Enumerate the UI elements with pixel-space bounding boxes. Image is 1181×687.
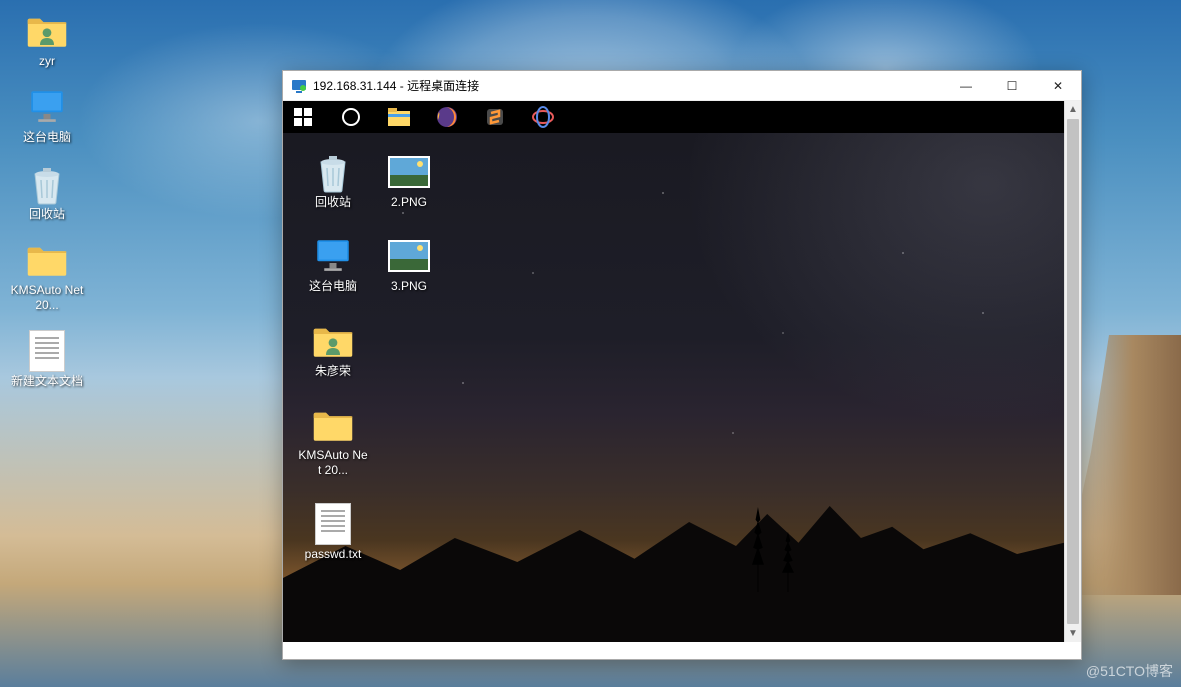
file-explorer-icon[interactable] bbox=[385, 103, 413, 131]
rdp-title: 192.168.31.144 - 远程桌面连接 bbox=[313, 77, 943, 94]
pc-icon bbox=[312, 235, 354, 277]
cortana-icon[interactable] bbox=[337, 103, 365, 131]
maximize-button[interactable]: ☐ bbox=[989, 71, 1035, 100]
remote-icon-r-recycle[interactable]: 回收站 bbox=[297, 151, 369, 209]
rdp-titlebar[interactable]: 192.168.31.144 - 远程桌面连接 — ☐ ✕ bbox=[283, 71, 1081, 101]
app-icon[interactable] bbox=[529, 103, 557, 131]
remote-icon-r-kms[interactable]: KMSAuto Net 20... bbox=[297, 404, 369, 477]
icon-label: 这台电脑 bbox=[23, 130, 71, 144]
icon-label: 2.PNG bbox=[391, 195, 427, 209]
wallpaper-trees bbox=[736, 502, 816, 592]
folder-user-icon bbox=[312, 320, 354, 362]
recycle-icon bbox=[26, 163, 68, 205]
sublime-icon[interactable] bbox=[481, 103, 509, 131]
icon-label: 这台电脑 bbox=[309, 279, 357, 293]
host-icon-recycle[interactable]: 回收站 bbox=[10, 163, 84, 221]
remote-icon-r-user[interactable]: 朱彦荣 bbox=[297, 320, 369, 378]
icon-label: 回收站 bbox=[315, 195, 351, 209]
txt-icon bbox=[312, 503, 354, 545]
firefox-icon[interactable] bbox=[433, 103, 461, 131]
windows-start-icon[interactable] bbox=[289, 103, 317, 131]
remote-desktop-icons: 回收站 2.PNG 这台电脑 3.PNG 朱彦荣 KMSAuto Net 20... pas… bbox=[297, 151, 445, 561]
scroll-up-icon[interactable]: ▲ bbox=[1065, 101, 1081, 118]
icon-label: 朱彦荣 bbox=[315, 364, 351, 378]
remote-screen[interactable]: 回收站 2.PNG 这台电脑 3.PNG 朱彦荣 KMSAuto Net 20... pas… bbox=[283, 101, 1064, 642]
folder-icon bbox=[312, 404, 354, 446]
rdp-window: 192.168.31.144 - 远程桌面连接 — ☐ ✕ 回收站 2.PNG 这台… bbox=[282, 70, 1082, 660]
remote-taskbar bbox=[283, 101, 1064, 133]
scroll-thumb[interactable] bbox=[1067, 119, 1079, 624]
icon-label: 3.PNG bbox=[391, 279, 427, 293]
rdp-app-icon bbox=[291, 78, 307, 94]
minimize-button[interactable]: — bbox=[943, 71, 989, 100]
pc-icon bbox=[26, 86, 68, 128]
close-button[interactable]: ✕ bbox=[1035, 71, 1081, 100]
folder-icon bbox=[26, 239, 68, 281]
remote-icon-r-pc[interactable]: 这台电脑 bbox=[297, 235, 369, 293]
icon-label: 新建文本文档 bbox=[11, 374, 83, 388]
remote-icon-r-passwd[interactable]: passwd.txt bbox=[297, 503, 369, 561]
remote-icon-r-3png[interactable]: 3.PNG bbox=[373, 235, 445, 293]
remote-icon-r-2png[interactable]: 2.PNG bbox=[373, 151, 445, 209]
vertical-scrollbar[interactable]: ▲ ▼ bbox=[1064, 101, 1081, 642]
img-icon bbox=[388, 151, 430, 193]
host-icon-user-folder[interactable]: zyr bbox=[10, 10, 84, 68]
host-icon-kms[interactable]: KMSAuto Net 20... bbox=[10, 239, 84, 312]
recycle-icon bbox=[312, 151, 354, 193]
host-desktop-icons: zyr 这台电脑回收站 KMSAuto Net 20... 新建文本文档 bbox=[10, 10, 84, 388]
rdp-viewport: 回收站 2.PNG 这台电脑 3.PNG 朱彦荣 KMSAuto Net 20... pas… bbox=[283, 101, 1064, 642]
icon-label: KMSAuto Net 20... bbox=[297, 448, 369, 477]
scroll-down-icon[interactable]: ▼ bbox=[1065, 625, 1081, 642]
remote-desktop[interactable]: 回收站 2.PNG 这台电脑 3.PNG 朱彦荣 KMSAuto Net 20... pas… bbox=[283, 133, 1064, 642]
host-icon-this-pc[interactable]: 这台电脑 bbox=[10, 86, 84, 144]
window-controls: — ☐ ✕ bbox=[943, 71, 1081, 100]
icon-label: 回收站 bbox=[29, 207, 65, 221]
icon-label: passwd.txt bbox=[305, 547, 362, 561]
icon-label: KMSAuto Net 20... bbox=[10, 283, 84, 312]
icon-label: zyr bbox=[39, 54, 55, 68]
watermark: @51CTO博客 bbox=[1086, 661, 1173, 681]
txt-icon bbox=[26, 330, 68, 372]
host-icon-newtxt[interactable]: 新建文本文档 bbox=[10, 330, 84, 388]
img-icon bbox=[388, 235, 430, 277]
folder-user-icon bbox=[26, 10, 68, 52]
